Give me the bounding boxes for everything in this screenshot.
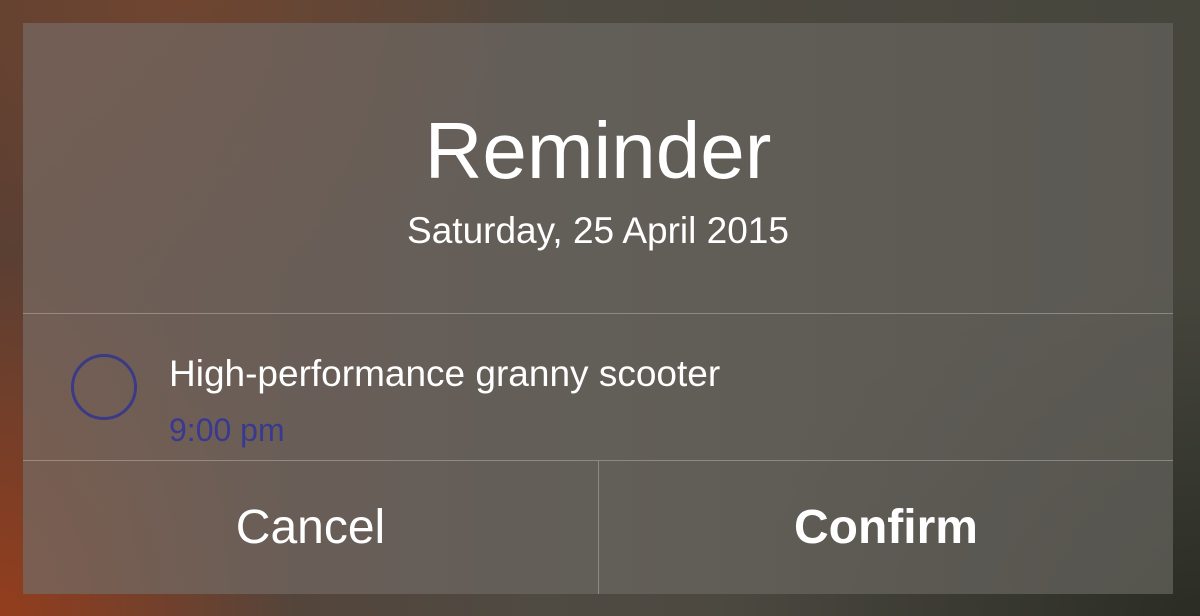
- circle-outline-icon[interactable]: [71, 354, 137, 420]
- reminder-time: 9:00 pm: [169, 412, 285, 448]
- alert-date: Saturday, 25 April 2015: [407, 210, 789, 251]
- reminder-item[interactable]: High-performance granny scooter 9:00 pm: [23, 314, 1173, 460]
- confirm-button[interactable]: Confirm: [599, 461, 1173, 594]
- alert-title: Reminder: [424, 106, 772, 195]
- reminder-alert: Reminder Saturday, 25 April 2015 High-pe…: [23, 23, 1173, 594]
- cancel-button[interactable]: Cancel: [23, 461, 598, 594]
- reminder-title: High-performance granny scooter: [169, 353, 721, 394]
- alert-header: Reminder Saturday, 25 April 2015: [23, 23, 1173, 313]
